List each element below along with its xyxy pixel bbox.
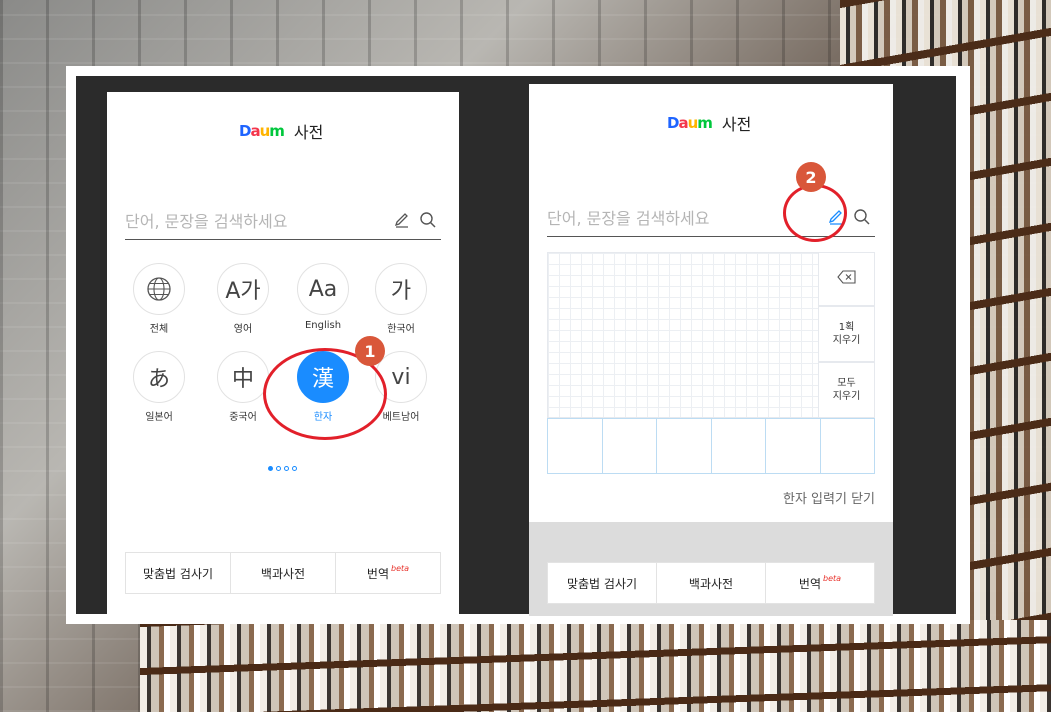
candidate-slot[interactable] — [548, 419, 603, 473]
encyclopedia-button[interactable]: 백과사전 — [231, 553, 336, 593]
encyclopedia-button[interactable]: 백과사전 — [657, 563, 766, 603]
page-title: 사전 — [721, 115, 752, 134]
lang-all[interactable]: 전체 — [131, 263, 187, 335]
search-bar: 단어, 문장을 검색하세요 — [125, 200, 441, 240]
page-dot[interactable] — [276, 466, 281, 471]
page-dot[interactable] — [268, 466, 273, 471]
header: Daum 사전 — [239, 119, 323, 143]
translate-button[interactable]: 번역 beta — [766, 563, 874, 603]
lang-label: 일본어 — [145, 412, 173, 423]
left-phone-screen: Daum 사전 단어, 문장을 검색하세요 전체 A가 영어 Aa Englis… — [107, 92, 459, 616]
candidate-slot[interactable] — [712, 419, 766, 473]
daum-logo[interactable]: Daum — [667, 114, 713, 132]
right-phone-screen: Daum 사전 단어, 문장을 검색하세요 1획 지우기 모두 지우기 한자 입… — [529, 84, 893, 616]
page-indicator[interactable] — [268, 466, 297, 471]
lang-label: English — [304, 320, 342, 331]
bottom-bar: 맞춤법 검사기 백과사전 번역 beta — [125, 552, 441, 594]
spell-check-button[interactable]: 맞춤법 검사기 — [126, 553, 231, 593]
lang-label: 전체 — [149, 324, 169, 335]
step-marker-2: 2 — [796, 162, 826, 192]
search-icon[interactable] — [849, 204, 875, 230]
lang-label: 중국어 — [229, 412, 257, 423]
candidate-slot[interactable] — [657, 419, 712, 473]
pen-icon[interactable] — [389, 207, 415, 233]
search-input[interactable]: 단어, 문장을 검색하세요 — [125, 208, 389, 232]
lang-symbol: あ — [133, 351, 185, 403]
bookshelf-background-bottom — [140, 620, 1051, 712]
translate-label: 번역 — [366, 566, 390, 581]
delete-button[interactable] — [819, 252, 875, 306]
candidate-slot[interactable] — [603, 419, 657, 473]
lang-english[interactable]: Aa English — [295, 263, 351, 331]
beta-badge: beta — [391, 563, 410, 573]
translate-button[interactable]: 번역 beta — [336, 553, 440, 593]
lang-symbol: 中 — [217, 351, 269, 403]
candidate-row — [547, 418, 875, 474]
page-title: 사전 — [293, 123, 324, 142]
translate-label: 번역 — [798, 576, 822, 591]
spell-check-button[interactable]: 맞춤법 검사기 — [548, 563, 657, 603]
lang-symbol: A가 — [217, 263, 269, 315]
lang-label: 한국어 — [387, 324, 415, 335]
handwriting-canvas[interactable] — [547, 252, 819, 418]
globe-icon — [133, 263, 185, 315]
backspace-icon — [836, 270, 857, 288]
undo-stroke-label: 지우기 — [832, 335, 861, 346]
lang-symbol: Aa — [297, 263, 349, 315]
undo-stroke-label: 1획 — [838, 322, 855, 333]
page-dot[interactable] — [284, 466, 289, 471]
search-input[interactable]: 단어, 문장을 검색하세요 — [547, 205, 823, 229]
candidate-slot[interactable] — [766, 419, 821, 473]
clear-all-label: 모두 — [837, 378, 856, 389]
lang-japanese[interactable]: あ 일본어 — [131, 351, 187, 423]
close-hanja-input-link[interactable]: 한자 입력기 닫기 — [783, 488, 875, 507]
lang-symbol: 가 — [375, 263, 427, 315]
undo-stroke-button[interactable]: 1획 지우기 — [819, 306, 875, 362]
bottom-bar: 맞춤법 검사기 백과사전 번역 beta — [547, 562, 875, 604]
lang-korean[interactable]: 가 한국어 — [373, 263, 429, 335]
highlight-ring-pen — [783, 184, 847, 242]
clear-all-label: 지우기 — [832, 391, 861, 402]
clear-all-button[interactable]: 모두 지우기 — [819, 362, 875, 418]
search-icon[interactable] — [415, 207, 441, 233]
header: Daum 사전 — [667, 111, 751, 135]
candidate-slot[interactable] — [821, 419, 875, 473]
step-marker-1: 1 — [355, 336, 385, 366]
lang-english-korean[interactable]: A가 영어 — [215, 263, 271, 335]
beta-badge: beta — [823, 573, 842, 583]
lang-label: 영어 — [233, 324, 253, 335]
page-dot[interactable] — [292, 466, 297, 471]
daum-logo[interactable]: Daum — [239, 122, 285, 140]
